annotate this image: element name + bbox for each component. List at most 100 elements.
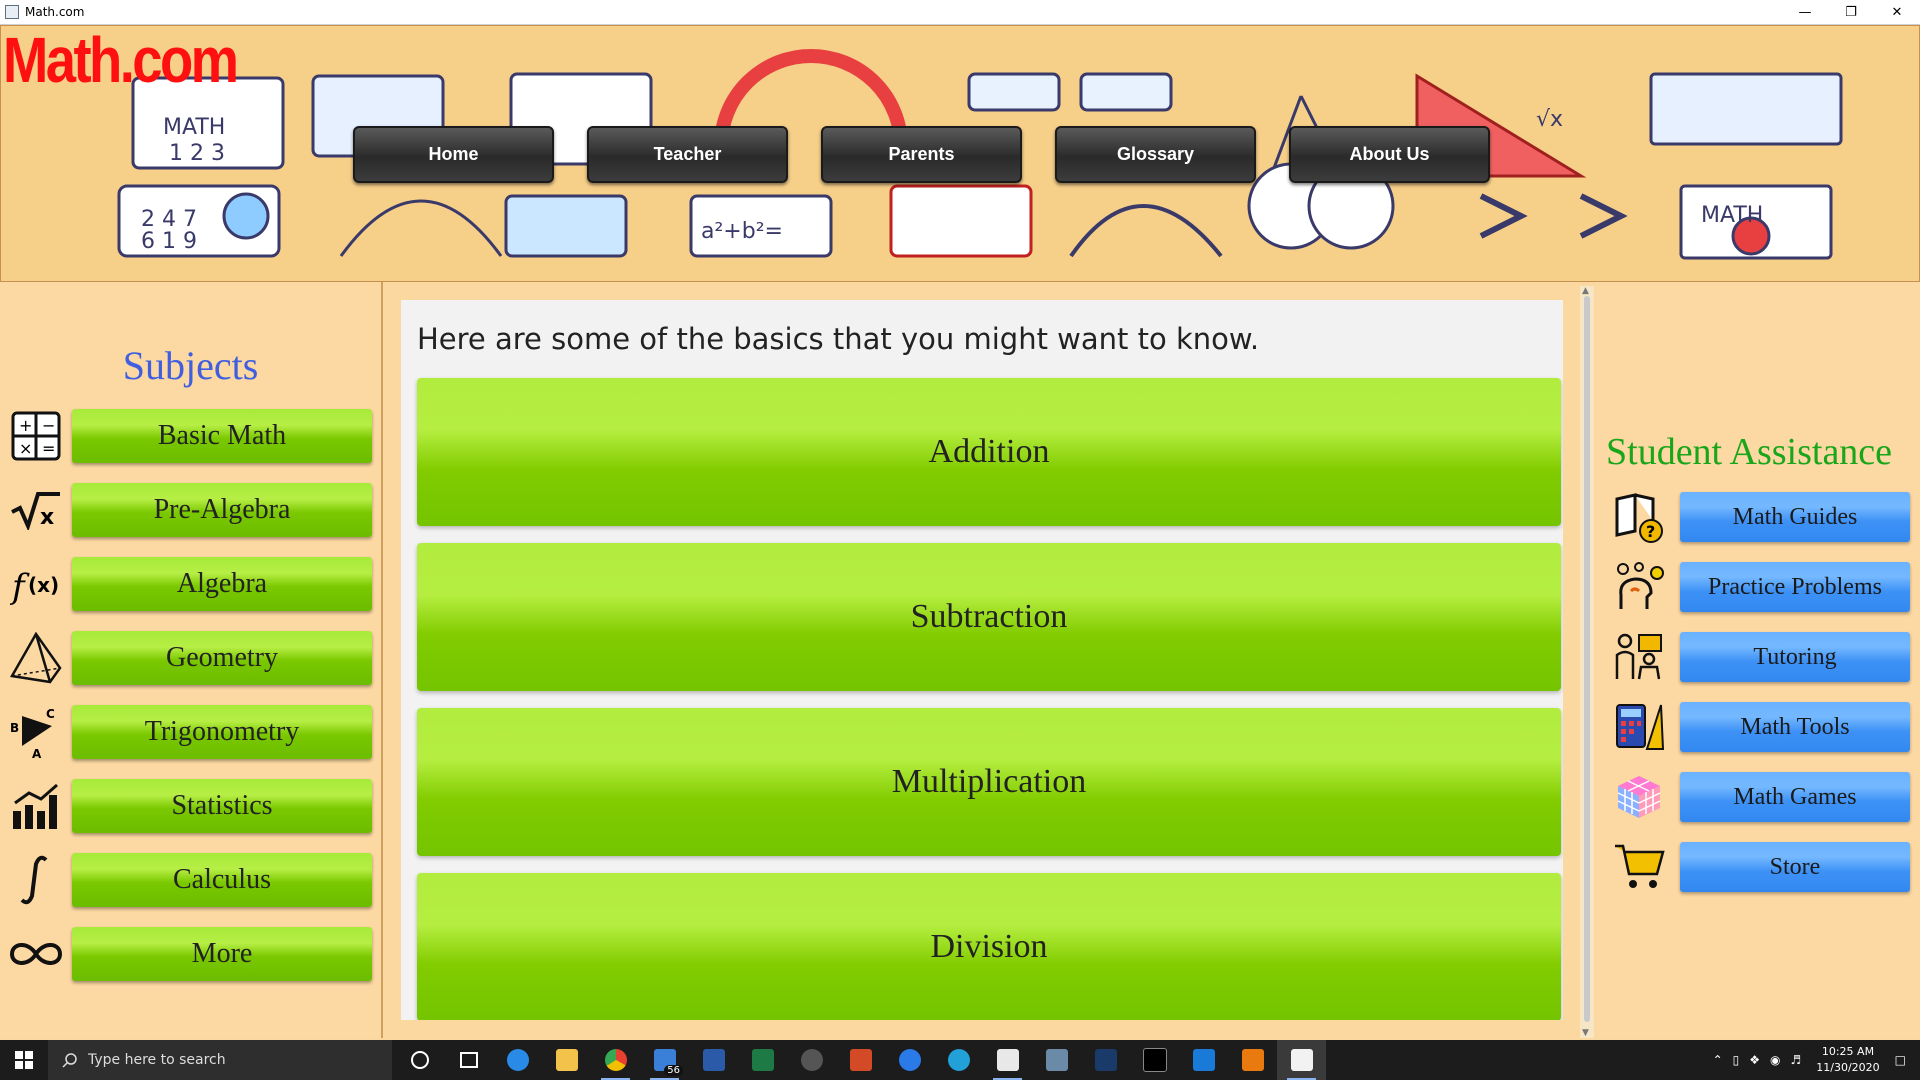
square-root-icon: x: [8, 482, 64, 538]
task-view-icon[interactable]: [444, 1040, 493, 1080]
subject-row-more: More: [8, 924, 373, 984]
subjects-title: Subjects: [122, 343, 259, 388]
subject-row-trigonometry: B C A Trigonometry: [8, 702, 373, 762]
bluetooth-icon[interactable]: [885, 1040, 934, 1080]
topic-subtraction-button[interactable]: Subtraction: [417, 543, 1561, 691]
clock-time: 10:25 AM: [1821, 1045, 1875, 1058]
site-logo[interactable]: Math.com: [3, 28, 239, 92]
taskbar-clock[interactable]: 10:25 AM 11/30/2020: [1816, 1044, 1879, 1076]
subject-trigonometry-button[interactable]: Trigonometry: [72, 705, 372, 759]
assistance-title: Student Assistance: [1606, 431, 1893, 473]
main-scrollbar[interactable]: ▲ ▼: [1580, 286, 1594, 1038]
notifications-icon[interactable]: □: [1895, 1053, 1906, 1067]
scroll-down-icon[interactable]: ▼: [1582, 1028, 1589, 1038]
subject-row-algebra: f (x) Algebra: [8, 554, 373, 614]
assist-row-practice-problems: Practice Problems: [1610, 558, 1910, 616]
assist-math-guides-button[interactable]: Math Guides: [1680, 492, 1910, 542]
edge-icon[interactable]: [934, 1040, 983, 1080]
assist-practice-problems-button[interactable]: Practice Problems: [1680, 562, 1910, 612]
book-help-icon: ?: [1610, 490, 1668, 544]
chevron-up-icon[interactable]: ⌃: [1713, 1053, 1723, 1067]
svg-text:a²+b²=: a²+b²=: [701, 219, 783, 244]
nav-teacher[interactable]: Teacher: [587, 126, 788, 183]
java-app-icon[interactable]: [1277, 1040, 1326, 1080]
assist-row-math-tools: Math Tools: [1610, 698, 1910, 756]
close-icon[interactable]: ✕: [1874, 0, 1920, 24]
clock-date: 11/30/2020: [1816, 1061, 1880, 1074]
subjects-sidebar: Subjects + − × = Basic Math x Pre-Algebra f…: [0, 282, 383, 1038]
app-flame-icon[interactable]: [787, 1040, 836, 1080]
minimize-icon[interactable]: —: [1782, 0, 1828, 24]
search-icon: [62, 1053, 77, 1068]
svg-text:C: C: [46, 707, 55, 721]
mail-badge: 56: [664, 1065, 683, 1076]
nav-glossary[interactable]: Glossary: [1055, 126, 1256, 183]
subject-row-pre-algebra: x Pre-Algebra: [8, 480, 373, 540]
powerpoint-icon[interactable]: [836, 1040, 885, 1080]
volume-icon[interactable]: ♬: [1790, 1053, 1801, 1067]
svg-text:−: −: [42, 416, 55, 435]
chrome-icon[interactable]: [591, 1040, 640, 1080]
function-icon: f (x): [8, 556, 64, 612]
assist-row-tutoring: Tutoring: [1610, 628, 1910, 686]
nav-parents[interactable]: Parents: [821, 126, 1022, 183]
subject-row-geometry: Geometry: [8, 628, 373, 688]
word-icon[interactable]: [689, 1040, 738, 1080]
bar-chart-icon: [8, 778, 64, 834]
app-icon: [5, 5, 19, 19]
topic-division-button[interactable]: Division: [417, 873, 1561, 1020]
subject-row-statistics: Statistics: [8, 776, 373, 836]
app-orange-icon[interactable]: [1228, 1040, 1277, 1080]
app-cube-icon[interactable]: [1032, 1040, 1081, 1080]
svg-text:B: B: [10, 721, 19, 735]
subject-more-button[interactable]: More: [72, 927, 372, 981]
taskbar-apps: 56: [395, 1040, 1326, 1080]
start-button[interactable]: [0, 1040, 48, 1080]
scrollbar-thumb[interactable]: [1584, 296, 1590, 1022]
topic-multiplication-button[interactable]: Multiplication: [417, 708, 1561, 856]
mail-icon[interactable]: 56: [640, 1040, 689, 1080]
file-explorer-icon[interactable]: [542, 1040, 591, 1080]
battery-icon[interactable]: ▯: [1733, 1053, 1740, 1067]
nav-about-us[interactable]: About Us: [1289, 126, 1490, 183]
subject-statistics-button[interactable]: Statistics: [72, 779, 372, 833]
subject-algebra-button[interactable]: Algebra: [72, 557, 372, 611]
search-placeholder: Type here to search: [88, 1052, 226, 1068]
terminal-icon[interactable]: [1130, 1040, 1179, 1080]
assist-store-button[interactable]: Store: [1680, 842, 1910, 892]
subject-pre-algebra-button[interactable]: Pre-Algebra: [72, 483, 372, 537]
app-nx-icon[interactable]: [1081, 1040, 1130, 1080]
svg-text:×: ×: [19, 439, 32, 458]
subject-geometry-button[interactable]: Geometry: [72, 631, 372, 685]
taskbar-search-box[interactable]: Type here to search: [48, 1040, 392, 1080]
app-game-icon[interactable]: [983, 1040, 1032, 1080]
svg-text:MATH: MATH: [163, 115, 225, 140]
svg-text:+: +: [19, 416, 32, 435]
excel-icon[interactable]: [738, 1040, 787, 1080]
scroll-up-icon[interactable]: ▲: [1582, 286, 1589, 296]
intro-text: Here are some of the basics that you mig…: [417, 322, 1260, 356]
assist-math-tools-button[interactable]: Math Tools: [1680, 702, 1910, 752]
nav-home[interactable]: Home: [353, 126, 554, 183]
subject-row-calculus: Calculus: [8, 850, 373, 910]
assist-tutoring-button[interactable]: Tutoring: [1680, 632, 1910, 682]
svg-text:A: A: [32, 747, 42, 758]
assist-math-games-button[interactable]: Math Games: [1680, 772, 1910, 822]
vscode-icon[interactable]: [1179, 1040, 1228, 1080]
subject-calculus-button[interactable]: Calculus: [72, 853, 372, 907]
shopping-cart-icon: [1610, 840, 1668, 894]
topic-addition-button[interactable]: Addition: [417, 378, 1561, 526]
subject-basic-math-button[interactable]: Basic Math: [72, 409, 372, 463]
main-nav: Home Teacher Parents Glossary About Us: [353, 126, 1490, 183]
cortana-icon[interactable]: [395, 1040, 444, 1080]
wifi-icon[interactable]: ◉: [1770, 1053, 1780, 1067]
restore-icon[interactable]: ❐: [1828, 0, 1874, 24]
dropbox-icon[interactable]: ❖: [1749, 1053, 1760, 1067]
integral-icon: [8, 852, 64, 908]
thinking-head-icon: [1610, 560, 1668, 614]
pyramid-icon: [8, 630, 64, 686]
app-blue-swirl-icon[interactable]: [493, 1040, 542, 1080]
svg-text:√x: √x: [1536, 107, 1563, 132]
svg-text:MATH: MATH: [1701, 203, 1763, 228]
window-title: Math.com: [25, 5, 85, 19]
